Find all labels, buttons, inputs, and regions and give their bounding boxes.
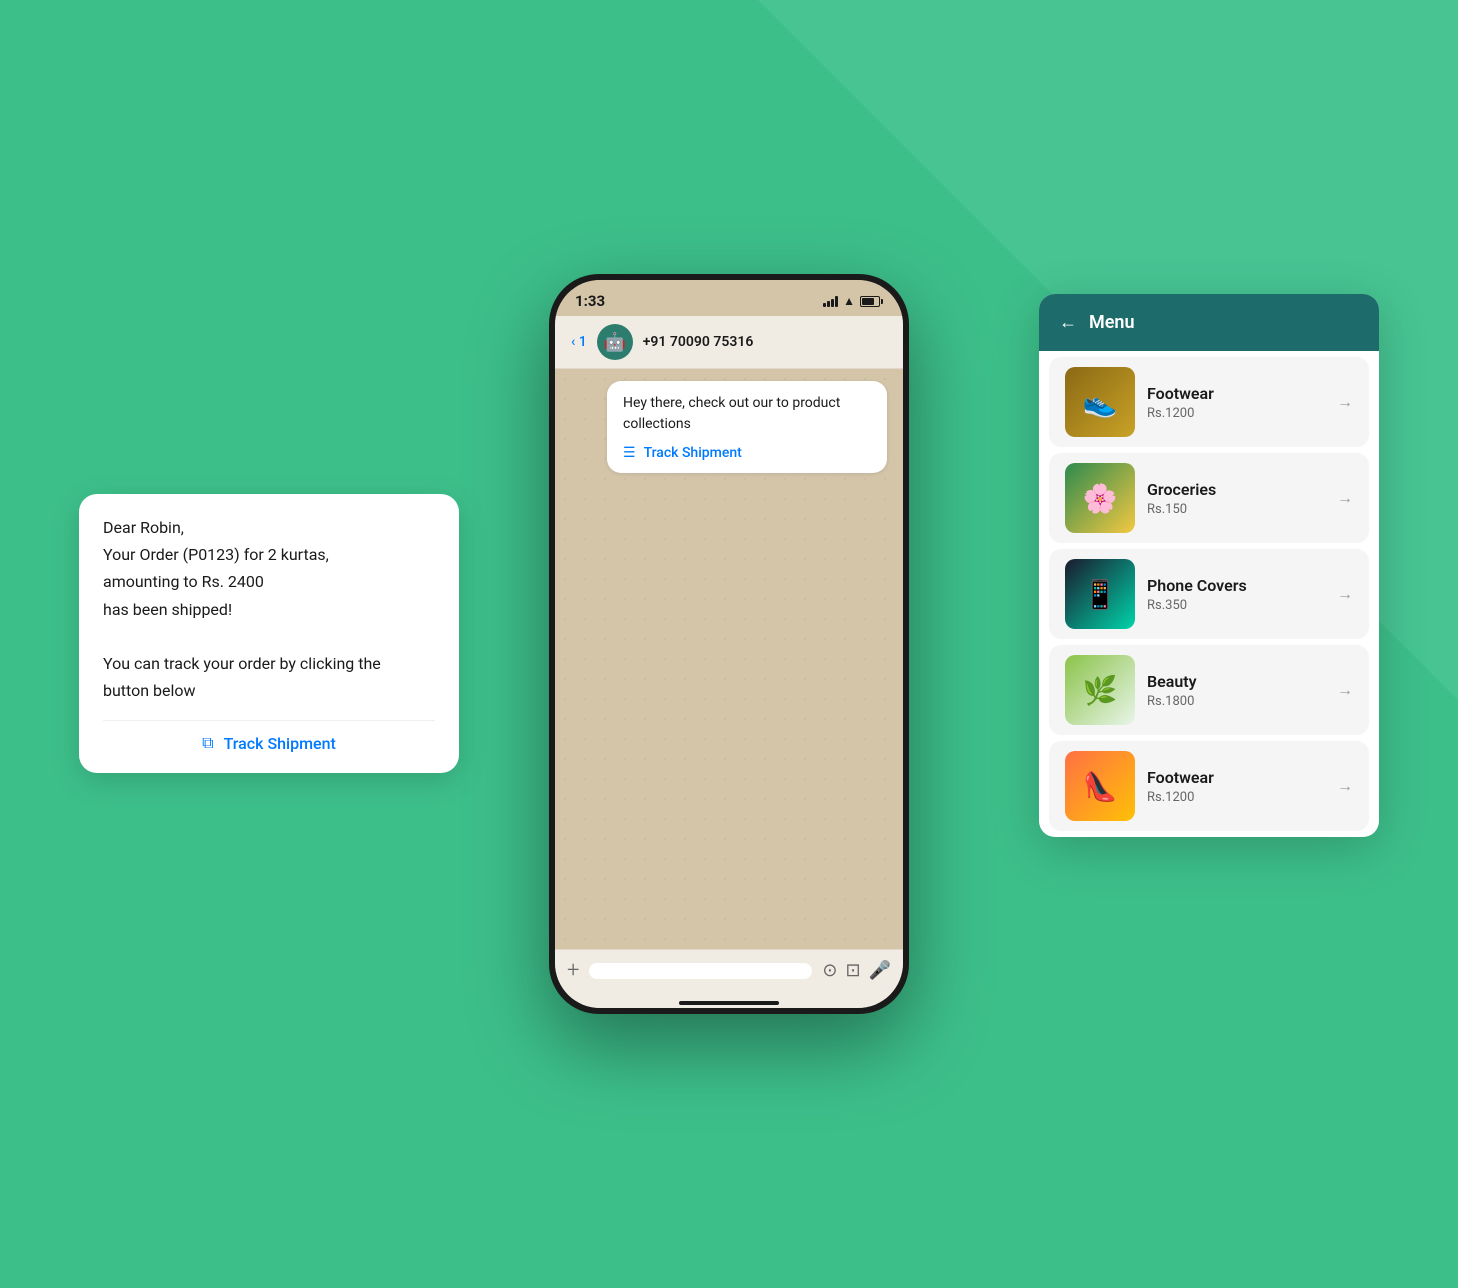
- message-input[interactable]: [589, 963, 812, 979]
- groceries-name: Groceries: [1147, 480, 1325, 499]
- chat-area: Hey there, check out our to product coll…: [555, 369, 903, 949]
- menu-panel: ← Menu 👟 Footwear Rs.1200 → 🌸 Groceries …: [1039, 294, 1379, 837]
- menu-item-footwear-2[interactable]: 👠 Footwear Rs.1200 →: [1049, 741, 1369, 831]
- list-icon: ☰: [623, 445, 636, 461]
- order-line2: amounting to Rs. 2400: [103, 572, 264, 591]
- order-bubble: Dear Robin, Your Order (P0123) for 2 kur…: [79, 494, 459, 773]
- footwear-2-arrow: →: [1337, 776, 1353, 796]
- footwear-2-image: 👠: [1065, 751, 1135, 821]
- phone-covers-image: 📱: [1065, 559, 1135, 629]
- phone-covers-price: Rs.350: [1147, 598, 1325, 613]
- footwear-1-name: Footwear: [1147, 384, 1325, 403]
- chat-bubble-greeting: Hey there, check out our to product coll…: [607, 381, 887, 473]
- order-line3: has been shipped!: [103, 600, 232, 619]
- menu-title: Menu: [1089, 312, 1135, 333]
- phone-covers-img-placeholder: 📱: [1065, 559, 1135, 629]
- external-link-icon: ⧉: [202, 733, 213, 753]
- menu-item-phone-covers[interactable]: 📱 Phone Covers Rs.350 →: [1049, 549, 1369, 639]
- footwear-1-price: Rs.1200: [1147, 406, 1325, 421]
- battery-icon: [860, 296, 883, 307]
- footwear-1-arrow: →: [1337, 392, 1353, 412]
- menu-item-groceries[interactable]: 🌸 Groceries Rs.150 →: [1049, 453, 1369, 543]
- beauty-info: Beauty Rs.1800: [1147, 672, 1325, 709]
- menu-item-beauty[interactable]: 🌿 Beauty Rs.1800 →: [1049, 645, 1369, 735]
- home-bar: [555, 991, 903, 1008]
- status-time: 1:33: [575, 292, 605, 310]
- phone-frame: 1:33 ▲ ‹ 1 �: [549, 274, 909, 1014]
- sticker-icon[interactable]: ⊙: [822, 960, 837, 981]
- beauty-price: Rs.1800: [1147, 694, 1325, 709]
- back-button[interactable]: ‹ 1: [571, 334, 587, 350]
- footwear-2-price: Rs.1200: [1147, 790, 1325, 805]
- signal-icon: [823, 296, 838, 307]
- footwear-2-info: Footwear Rs.1200: [1147, 768, 1325, 805]
- beauty-image: 🌿: [1065, 655, 1135, 725]
- phone-covers-arrow: →: [1337, 584, 1353, 604]
- bubble-greeting-text: Hey there, check out our to product coll…: [623, 393, 871, 435]
- order-track-label: Track Shipment: [224, 734, 336, 753]
- phone-covers-info: Phone Covers Rs.350: [1147, 576, 1325, 613]
- menu-back-button[interactable]: ←: [1059, 312, 1077, 333]
- order-line6: button below: [103, 681, 196, 700]
- footwear-2-name: Footwear: [1147, 768, 1325, 787]
- contact-avatar: 🤖: [597, 324, 633, 360]
- phone-covers-name: Phone Covers: [1147, 576, 1325, 595]
- phone-screen: 1:33 ▲ ‹ 1 �: [555, 280, 903, 1008]
- status-icons: ▲: [823, 294, 883, 308]
- scene: 1:33 ▲ ‹ 1 �: [279, 154, 1179, 1134]
- mic-icon[interactable]: 🎤: [869, 960, 891, 981]
- groceries-img-placeholder: 🌸: [1065, 463, 1135, 533]
- footwear-1-img-placeholder: 👟: [1065, 367, 1135, 437]
- groceries-image: 🌸: [1065, 463, 1135, 533]
- order-bubble-text: Dear Robin, Your Order (P0123) for 2 kur…: [103, 514, 435, 704]
- order-track-link[interactable]: ⧉ Track Shipment: [103, 720, 435, 753]
- beauty-arrow: →: [1337, 680, 1353, 700]
- beauty-img-placeholder: 🌿: [1065, 655, 1135, 725]
- home-bar-line: [679, 1001, 779, 1005]
- menu-item-footwear-1[interactable]: 👟 Footwear Rs.1200 →: [1049, 357, 1369, 447]
- order-greeting: Dear Robin,: [103, 518, 184, 537]
- wifi-icon: ▲: [843, 294, 855, 308]
- chat-input-bar: + ⊙ ⊡ 🎤: [555, 949, 903, 991]
- groceries-arrow: →: [1337, 488, 1353, 508]
- groceries-info: Groceries Rs.150: [1147, 480, 1325, 517]
- contact-phone: +91 70090 75316: [643, 334, 754, 350]
- bubble-track-link-1[interactable]: ☰ Track Shipment: [623, 445, 871, 461]
- footwear-1-info: Footwear Rs.1200: [1147, 384, 1325, 421]
- order-line5: You can track your order by clicking the: [103, 654, 381, 673]
- footwear-2-img-placeholder: 👠: [1065, 751, 1135, 821]
- plus-button[interactable]: +: [567, 958, 579, 983]
- order-line1: Your Order (P0123) for 2 kurtas,: [103, 545, 329, 564]
- menu-header: ← Menu: [1039, 294, 1379, 351]
- footwear-1-image: 👟: [1065, 367, 1135, 437]
- groceries-price: Rs.150: [1147, 502, 1325, 517]
- camera-icon[interactable]: ⊡: [845, 960, 860, 981]
- chat-header: ‹ 1 🤖 +91 70090 75316: [555, 316, 903, 369]
- beauty-name: Beauty: [1147, 672, 1325, 691]
- status-bar: 1:33 ▲: [555, 280, 903, 316]
- input-icons: ⊙ ⊡ 🎤: [822, 960, 891, 981]
